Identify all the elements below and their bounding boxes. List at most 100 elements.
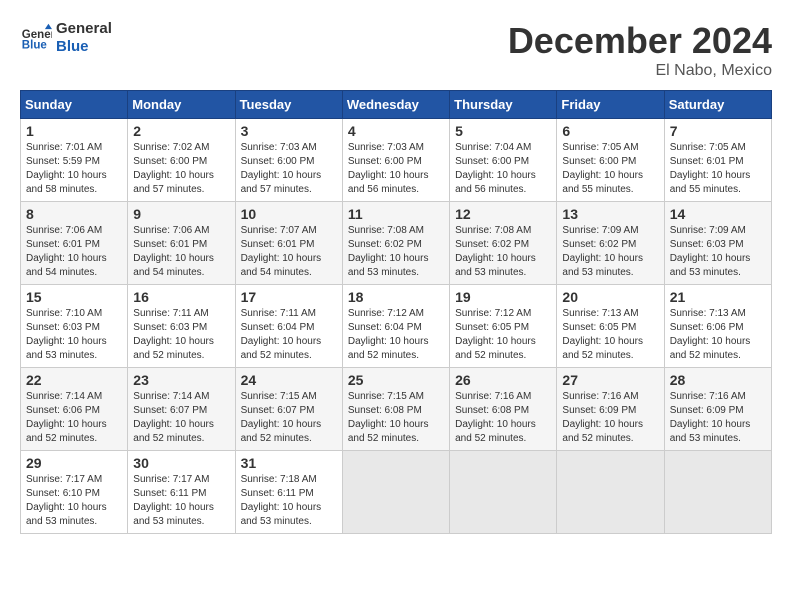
logo-blue: Blue xyxy=(56,38,112,56)
week-row-4: 22Sunrise: 7:14 AM Sunset: 6:06 PM Dayli… xyxy=(21,368,772,451)
page-header: General Blue General Blue December 2024 … xyxy=(20,20,772,80)
calendar-cell: 8 Sunrise: 7:06 AM Sunset: 6:01 PM Daylig… xyxy=(21,202,128,285)
calendar-cell: 19Sunrise: 7:12 AM Sunset: 6:05 PM Dayli… xyxy=(450,285,557,368)
svg-text:Blue: Blue xyxy=(22,40,48,52)
day-number: 7 xyxy=(670,123,766,139)
calendar-cell xyxy=(342,451,449,534)
day-number: 4 xyxy=(348,123,444,139)
day-info: Sunrise: 7:06 AM Sunset: 6:01 PM Dayligh… xyxy=(26,224,122,280)
weekday-header-monday: Monday xyxy=(128,91,235,119)
calendar-cell xyxy=(450,451,557,534)
calendar-cell: 9 Sunrise: 7:06 AM Sunset: 6:01 PM Daylig… xyxy=(128,202,235,285)
day-number: 27 xyxy=(562,372,658,388)
day-number: 28 xyxy=(670,372,766,388)
day-number: 29 xyxy=(26,455,122,471)
location-subtitle: El Nabo, Mexico xyxy=(508,62,772,80)
calendar-table: SundayMondayTuesdayWednesdayThursdayFrid… xyxy=(20,90,772,534)
day-info: Sunrise: 7:08 AM Sunset: 6:02 PM Dayligh… xyxy=(455,224,551,280)
day-number: 18 xyxy=(348,289,444,305)
day-info: Sunrise: 7:16 AM Sunset: 6:09 PM Dayligh… xyxy=(670,390,766,446)
calendar-cell: 24Sunrise: 7:15 AM Sunset: 6:07 PM Dayli… xyxy=(235,368,342,451)
calendar-cell: 21 Sunrise: 7:13 AM Sunset: 6:06 PM Dayli… xyxy=(664,285,771,368)
calendar-cell: 16 Sunrise: 7:11 AM Sunset: 6:03 PM Dayli… xyxy=(128,285,235,368)
day-info: Sunrise: 7:11 AM Sunset: 6:04 PM Dayligh… xyxy=(241,307,337,363)
logo-icon: General Blue xyxy=(20,22,52,54)
day-number: 22 xyxy=(26,372,122,388)
calendar-cell: 29 Sunrise: 7:17 AM Sunset: 6:10 PM Dayli… xyxy=(21,451,128,534)
calendar-cell: 7 Sunrise: 7:05 AM Sunset: 6:01 PM Daylig… xyxy=(664,119,771,202)
day-info: Sunrise: 7:03 AM Sunset: 6:00 PM Dayligh… xyxy=(348,141,444,197)
calendar-cell: 17 Sunrise: 7:11 AM Sunset: 6:04 PM Dayli… xyxy=(235,285,342,368)
week-row-2: 8 Sunrise: 7:06 AM Sunset: 6:01 PM Daylig… xyxy=(21,202,772,285)
calendar-cell xyxy=(664,451,771,534)
weekday-header-friday: Friday xyxy=(557,91,664,119)
logo-general: General xyxy=(56,20,112,38)
day-number: 6 xyxy=(562,123,658,139)
weekday-header-thursday: Thursday xyxy=(450,91,557,119)
day-info: Sunrise: 7:09 AM Sunset: 6:02 PM Dayligh… xyxy=(562,224,658,280)
calendar-cell: 12 Sunrise: 7:08 AM Sunset: 6:02 PM Dayli… xyxy=(450,202,557,285)
calendar-cell: 5Sunrise: 7:04 AM Sunset: 6:00 PM Daylig… xyxy=(450,119,557,202)
day-number: 1 xyxy=(26,123,122,139)
weekday-header-sunday: Sunday xyxy=(21,91,128,119)
calendar-cell: 3Sunrise: 7:03 AM Sunset: 6:00 PM Daylig… xyxy=(235,119,342,202)
day-info: Sunrise: 7:12 AM Sunset: 6:04 PM Dayligh… xyxy=(348,307,444,363)
day-number: 31 xyxy=(241,455,337,471)
day-info: Sunrise: 7:05 AM Sunset: 6:01 PM Dayligh… xyxy=(670,141,766,197)
week-row-5: 29 Sunrise: 7:17 AM Sunset: 6:10 PM Dayli… xyxy=(21,451,772,534)
day-number: 30 xyxy=(133,455,229,471)
day-info: Sunrise: 7:11 AM Sunset: 6:03 PM Dayligh… xyxy=(133,307,229,363)
calendar-cell: 30 Sunrise: 7:17 AM Sunset: 6:11 PM Dayli… xyxy=(128,451,235,534)
day-info: Sunrise: 7:12 AM Sunset: 6:05 PM Dayligh… xyxy=(455,307,551,363)
day-number: 11 xyxy=(348,206,444,222)
day-number: 26 xyxy=(455,372,551,388)
calendar-cell: 23Sunrise: 7:14 AM Sunset: 6:07 PM Dayli… xyxy=(128,368,235,451)
day-number: 10 xyxy=(241,206,337,222)
calendar-cell: 25Sunrise: 7:15 AM Sunset: 6:08 PM Dayli… xyxy=(342,368,449,451)
day-info: Sunrise: 7:01 AM Sunset: 5:59 PM Dayligh… xyxy=(26,141,122,197)
day-info: Sunrise: 7:09 AM Sunset: 6:03 PM Dayligh… xyxy=(670,224,766,280)
calendar-cell: 15Sunrise: 7:10 AM Sunset: 6:03 PM Dayli… xyxy=(21,285,128,368)
day-number: 24 xyxy=(241,372,337,388)
calendar-cell: 1 Sunrise: 7:01 AM Sunset: 5:59 PM Daylig… xyxy=(21,119,128,202)
day-info: Sunrise: 7:06 AM Sunset: 6:01 PM Dayligh… xyxy=(133,224,229,280)
weekday-header-row: SundayMondayTuesdayWednesdayThursdayFrid… xyxy=(21,91,772,119)
day-info: Sunrise: 7:03 AM Sunset: 6:00 PM Dayligh… xyxy=(241,141,337,197)
day-number: 17 xyxy=(241,289,337,305)
day-number: 13 xyxy=(562,206,658,222)
calendar-cell: 18 Sunrise: 7:12 AM Sunset: 6:04 PM Dayli… xyxy=(342,285,449,368)
calendar-cell: 28 Sunrise: 7:16 AM Sunset: 6:09 PM Dayli… xyxy=(664,368,771,451)
day-number: 12 xyxy=(455,206,551,222)
day-number: 5 xyxy=(455,123,551,139)
day-info: Sunrise: 7:16 AM Sunset: 6:08 PM Dayligh… xyxy=(455,390,551,446)
title-block: December 2024 El Nabo, Mexico xyxy=(508,20,772,80)
calendar-cell: 2Sunrise: 7:02 AM Sunset: 6:00 PM Daylig… xyxy=(128,119,235,202)
calendar-cell: 10 Sunrise: 7:07 AM Sunset: 6:01 PM Dayli… xyxy=(235,202,342,285)
day-number: 16 xyxy=(133,289,229,305)
day-info: Sunrise: 7:17 AM Sunset: 6:10 PM Dayligh… xyxy=(26,473,122,529)
day-info: Sunrise: 7:18 AM Sunset: 6:11 PM Dayligh… xyxy=(241,473,337,529)
weekday-header-wednesday: Wednesday xyxy=(342,91,449,119)
day-info: Sunrise: 7:08 AM Sunset: 6:02 PM Dayligh… xyxy=(348,224,444,280)
day-info: Sunrise: 7:02 AM Sunset: 6:00 PM Dayligh… xyxy=(133,141,229,197)
day-info: Sunrise: 7:14 AM Sunset: 6:07 PM Dayligh… xyxy=(133,390,229,446)
day-number: 8 xyxy=(26,206,122,222)
day-number: 20 xyxy=(562,289,658,305)
calendar-cell: 27 Sunrise: 7:16 AM Sunset: 6:09 PM Dayli… xyxy=(557,368,664,451)
logo: General Blue General Blue xyxy=(20,20,112,56)
day-info: Sunrise: 7:13 AM Sunset: 6:06 PM Dayligh… xyxy=(670,307,766,363)
day-info: Sunrise: 7:13 AM Sunset: 6:05 PM Dayligh… xyxy=(562,307,658,363)
weekday-header-tuesday: Tuesday xyxy=(235,91,342,119)
calendar-cell: 11 Sunrise: 7:08 AM Sunset: 6:02 PM Dayli… xyxy=(342,202,449,285)
weekday-header-saturday: Saturday xyxy=(664,91,771,119)
month-title: December 2024 xyxy=(508,20,772,62)
calendar-cell: 26 Sunrise: 7:16 AM Sunset: 6:08 PM Dayli… xyxy=(450,368,557,451)
day-info: Sunrise: 7:16 AM Sunset: 6:09 PM Dayligh… xyxy=(562,390,658,446)
day-info: Sunrise: 7:07 AM Sunset: 6:01 PM Dayligh… xyxy=(241,224,337,280)
day-number: 9 xyxy=(133,206,229,222)
day-info: Sunrise: 7:17 AM Sunset: 6:11 PM Dayligh… xyxy=(133,473,229,529)
calendar-cell: 4 Sunrise: 7:03 AM Sunset: 6:00 PM Daylig… xyxy=(342,119,449,202)
day-number: 21 xyxy=(670,289,766,305)
calendar-cell: 22Sunrise: 7:14 AM Sunset: 6:06 PM Dayli… xyxy=(21,368,128,451)
day-number: 14 xyxy=(670,206,766,222)
